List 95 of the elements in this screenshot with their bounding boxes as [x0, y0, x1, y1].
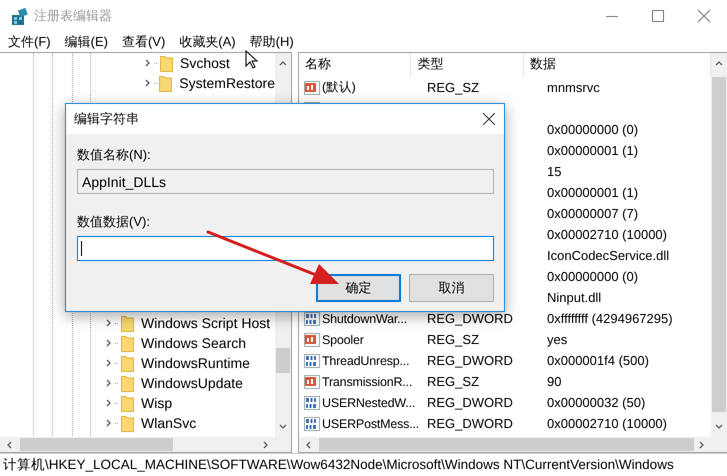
folder-icon: [159, 74, 172, 92]
vertical-scrollbar[interactable]: [711, 53, 727, 437]
menu-item[interactable]: 帮助(H): [242, 33, 301, 51]
collapsed-chevron-icon[interactable]: [104, 338, 113, 348]
value-type: REG_DWORD: [427, 311, 513, 326]
scroll-left-icon[interactable]: [5, 440, 14, 450]
value-data: 0x000001f4 (500): [547, 353, 649, 368]
scrollbar-thumb[interactable]: [712, 77, 726, 412]
value-data: 0x00000032 (50): [547, 395, 646, 410]
folder-icon: [121, 354, 134, 372]
value-data: IconCodecService.dll: [547, 248, 670, 263]
value-name[interactable]: ThreadUnresp...: [322, 354, 410, 368]
tree-node-label[interactable]: Svchost: [180, 55, 230, 71]
folder-icon: [121, 394, 134, 412]
value-name[interactable]: USERPostMess...: [322, 416, 420, 430]
value-type: REG_SZ: [427, 374, 480, 389]
value-data: 0x00000001 (1): [547, 143, 638, 158]
scrollbar-thumb[interactable]: [319, 438, 694, 451]
value-data: Ninput.dll: [547, 290, 602, 305]
scroll-right-icon[interactable]: [261, 440, 270, 450]
value-data: 0x00000000 (0): [547, 122, 638, 137]
tree-node-label[interactable]: WindowsRuntime: [141, 355, 250, 371]
scroll-right-icon[interactable]: [697, 440, 706, 450]
string-value-icon: [304, 80, 320, 96]
value-name[interactable]: Spooler: [322, 332, 364, 346]
tree-node-label[interactable]: Wisp: [141, 395, 172, 411]
value-data: yes: [547, 332, 568, 347]
string-value-icon: [304, 332, 320, 348]
tree-node-label[interactable]: SystemRestore: [179, 75, 275, 91]
tree-node-label[interactable]: Windows Search: [141, 335, 246, 351]
collapsed-chevron-icon[interactable]: [104, 318, 113, 328]
app-icon: [10, 7, 28, 25]
value-data-field[interactable]: [77, 236, 494, 261]
value-type: REG_SZ: [427, 332, 480, 347]
close-icon[interactable]: [483, 113, 495, 125]
scroll-up-icon[interactable]: [714, 59, 724, 68]
binary-value-icon: [304, 352, 320, 368]
window-title: 注册表编辑器: [34, 7, 112, 25]
collapsed-chevron-icon[interactable]: [143, 78, 152, 88]
value-type: REG_SZ: [427, 80, 480, 95]
menu-item[interactable]: 收藏夹(A): [172, 33, 243, 51]
collapsed-chevron-icon[interactable]: [104, 418, 113, 428]
scroll-down-icon[interactable]: [278, 422, 288, 431]
value-name-field[interactable]: AppInit_DLLs: [77, 169, 494, 194]
value-data: 0xffffffff (4294967295): [547, 311, 673, 326]
value-type: REG_DWORD: [427, 353, 513, 368]
collapsed-chevron-icon[interactable]: [104, 398, 113, 408]
scrollbar-thumb[interactable]: [20, 438, 173, 451]
collapsed-chevron-icon[interactable]: [104, 358, 113, 368]
tree-node-label[interactable]: Windows Script Host: [141, 315, 270, 331]
collapsed-chevron-icon[interactable]: [104, 378, 113, 388]
value-data: 0x00000007 (7): [547, 206, 638, 221]
field-label: 数值名称(N):: [77, 146, 152, 164]
binary-value-icon: [304, 394, 320, 410]
cancel-button[interactable]: 取消: [409, 274, 494, 302]
value-data: 0x00000000 (0): [547, 269, 638, 284]
menu-item[interactable]: 文件(F): [1, 33, 58, 51]
column-header[interactable]: 名称: [299, 53, 412, 77]
field-label: 数值数据(V):: [77, 213, 151, 231]
dialog-title: 编辑字符串: [74, 110, 140, 128]
folder-icon: [121, 334, 134, 352]
value-data: 90: [547, 374, 562, 389]
column-header[interactable]: 类型: [411, 53, 524, 77]
value-data: 0x00002710 (10000): [547, 227, 667, 242]
value-data: mnmsrvc: [547, 80, 600, 95]
folder-icon: [121, 414, 134, 432]
binary-value-icon: [304, 416, 320, 432]
folder-icon: [160, 54, 173, 72]
horizontal-scrollbar[interactable]: [299, 437, 711, 452]
binary-value-icon: [304, 310, 320, 326]
ok-button[interactable]: 确定: [316, 274, 401, 302]
horizontal-scrollbar[interactable]: [0, 437, 275, 452]
value-name[interactable]: (默认): [322, 79, 356, 96]
folder-icon: [121, 374, 134, 392]
scrollbar-thumb[interactable]: [276, 348, 290, 373]
status-path: 计算机\HKEY_LOCAL_MACHINE\SOFTWARE\Wow6432Node\Microsoft\Windows NT\CurrentVersion\Windows: [3, 456, 674, 474]
value-data: 0x00002710 (10000): [547, 416, 667, 431]
menu-item[interactable]: 查看(V): [114, 33, 172, 51]
value-type: REG_DWORD: [427, 416, 513, 431]
value-name[interactable]: TransmissionR...: [322, 374, 412, 388]
menu-item[interactable]: 编辑(E): [58, 33, 115, 51]
scroll-down-icon[interactable]: [714, 422, 724, 431]
tree-node-label[interactable]: WindowsUpdate: [141, 375, 243, 391]
maximize-icon[interactable]: [652, 10, 664, 22]
value-name[interactable]: USERNestedW...: [322, 396, 416, 410]
tree-node-label[interactable]: WlanSvc: [141, 415, 196, 431]
scroll-left-icon[interactable]: [304, 440, 313, 450]
collapsed-chevron-icon[interactable]: [143, 58, 152, 68]
scroll-up-icon[interactable]: [278, 59, 288, 68]
folder-icon: [121, 314, 134, 332]
string-value-icon: [304, 374, 320, 390]
value-data: 15: [547, 164, 562, 179]
value-name[interactable]: ShutdownWar...: [322, 312, 407, 326]
value-data: 0x00000001 (1): [547, 185, 638, 200]
value-type: REG_DWORD: [427, 395, 513, 410]
